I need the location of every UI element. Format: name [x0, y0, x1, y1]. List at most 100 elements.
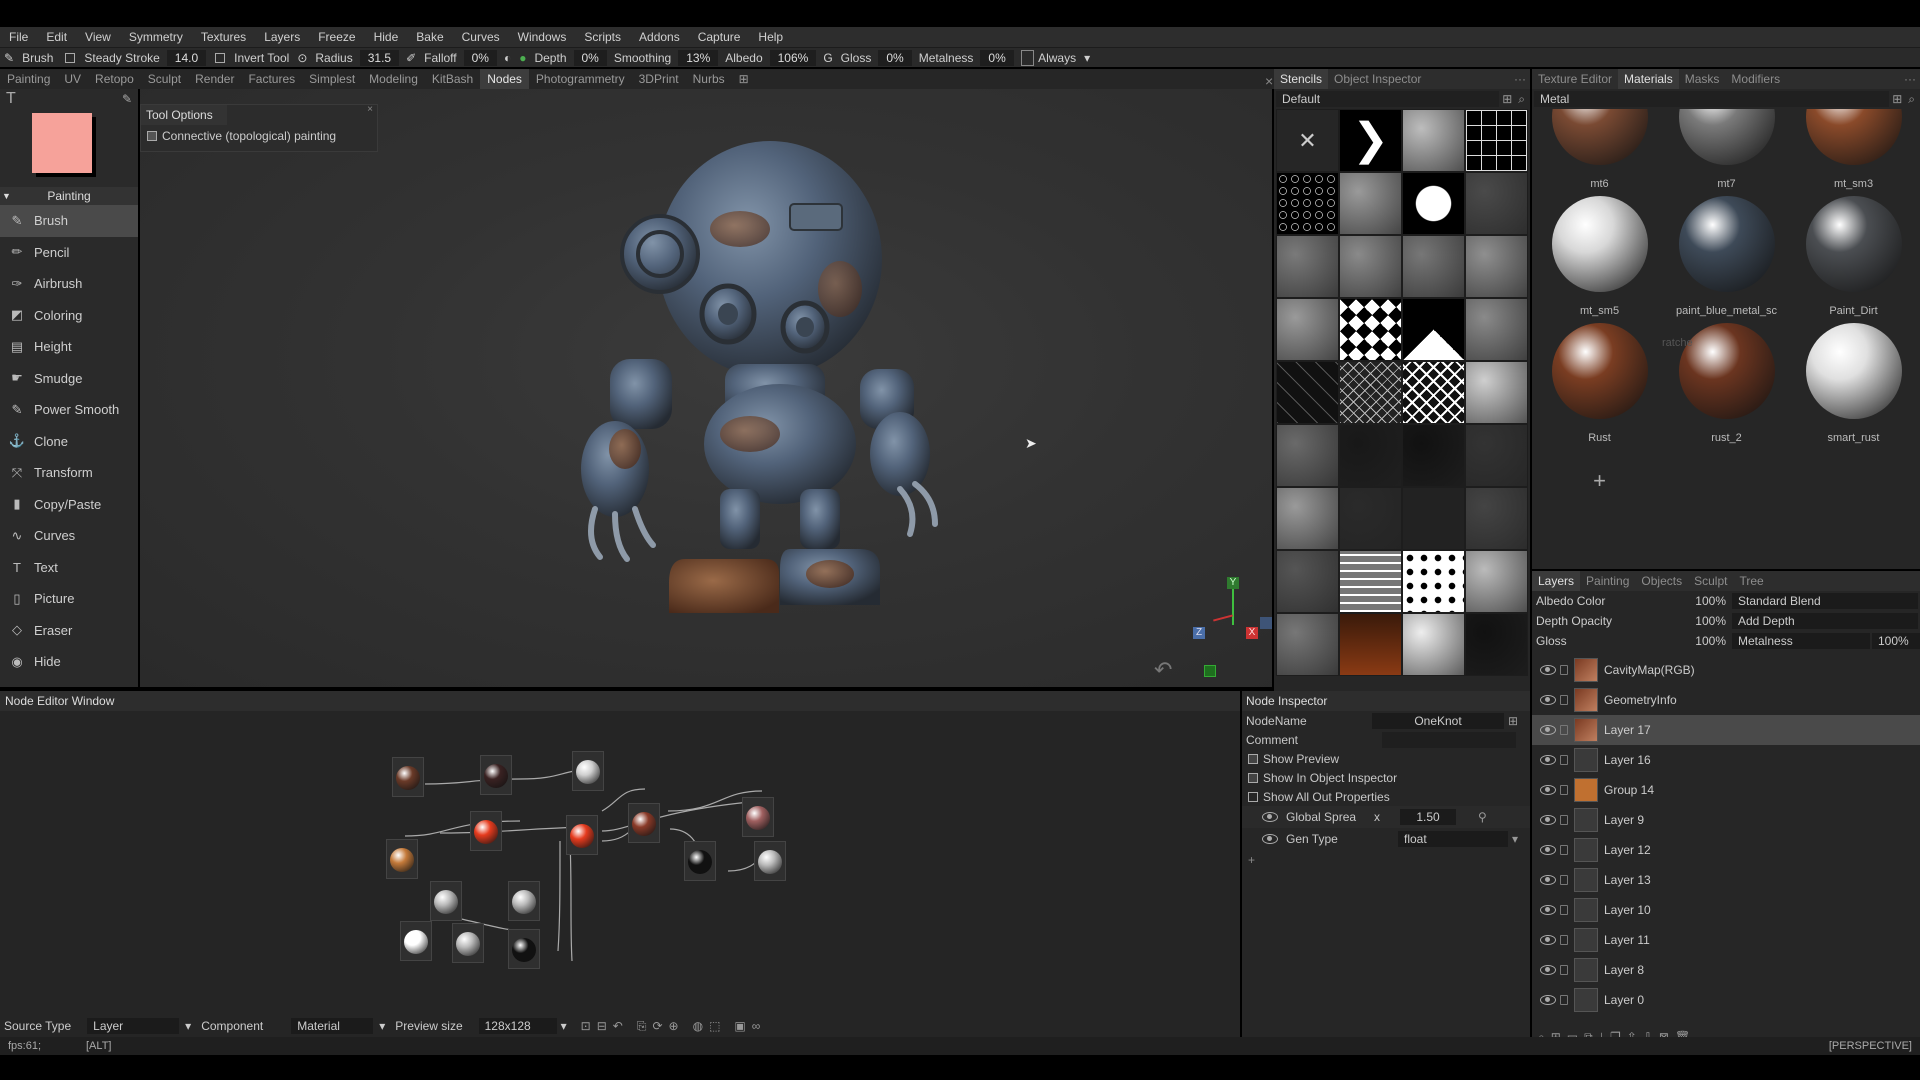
stencil-thumb[interactable] — [1465, 361, 1528, 424]
eye-icon[interactable] — [1540, 905, 1556, 915]
lock-icon[interactable] — [1560, 815, 1568, 825]
search-icon[interactable]: ⌕ — [1905, 92, 1918, 107]
3d-viewport[interactable]: Y Z X ↶ × ➤ — [140, 73, 1273, 687]
lock-icon[interactable] — [1560, 785, 1568, 795]
graph-node[interactable] — [400, 921, 432, 961]
tool-airbrush[interactable]: ✑ Airbrush — [0, 268, 138, 300]
stencil-thumb[interactable] — [1402, 613, 1465, 676]
graph-node[interactable] — [508, 929, 540, 969]
tool-pencil[interactable]: ✏ Pencil — [0, 237, 138, 269]
stencil-thumb[interactable] — [1276, 361, 1339, 424]
tab-modeling[interactable]: Modeling — [362, 69, 425, 89]
steady-stroke-value[interactable]: 14.0 — [166, 49, 207, 66]
stencil-thumb[interactable] — [1339, 424, 1402, 487]
menu-textures[interactable]: Textures — [192, 27, 255, 47]
stencil-thumb[interactable] — [1276, 550, 1339, 613]
search-icon[interactable]: ⌕ — [1515, 92, 1528, 107]
eye-icon[interactable] — [1540, 665, 1556, 675]
menu-capture[interactable]: Capture — [689, 27, 750, 47]
tab-texture-editor[interactable]: Texture Editor — [1532, 69, 1618, 89]
stencil-thumb[interactable] — [1276, 235, 1339, 298]
show-preview-checkbox[interactable] — [1248, 753, 1258, 764]
fit-icon[interactable]: ⊕ — [669, 1019, 679, 1033]
eye-icon[interactable] — [1540, 755, 1556, 765]
lock-icon[interactable] — [1560, 725, 1568, 735]
layer-row[interactable]: GeometryInfo — [1532, 685, 1920, 715]
tab-masks[interactable]: Masks — [1679, 69, 1726, 89]
chevron-down-icon[interactable]: ▾ — [379, 1019, 385, 1033]
material-item[interactable]: paint_blue_metal_sc — [1663, 190, 1790, 317]
chevron-down-icon[interactable]: ▾ — [185, 1019, 191, 1033]
tab-tree[interactable]: Tree — [1733, 571, 1769, 591]
layer-blend-value[interactable]: 100% — [1872, 633, 1920, 649]
always-checkbox[interactable] — [1020, 49, 1035, 66]
close-icon[interactable]: × — [367, 104, 373, 115]
graph-node[interactable] — [684, 841, 716, 881]
tab-objects[interactable]: Objects — [1635, 571, 1688, 591]
albedo-value[interactable]: 106% — [769, 49, 817, 66]
stencil-thumb[interactable] — [1465, 235, 1528, 298]
tab-layers[interactable]: Layers — [1532, 571, 1581, 591]
eye-icon[interactable] — [1540, 935, 1556, 945]
globe-icon[interactable]: ◍ — [693, 1019, 703, 1033]
radius-value[interactable]: 31.5 — [359, 49, 400, 66]
material-item[interactable]: mt6 — [1536, 109, 1663, 190]
save-icon[interactable]: ⊟ — [597, 1019, 607, 1033]
menu-windows[interactable]: Windows — [509, 27, 576, 47]
stencil-thumb[interactable] — [1465, 424, 1528, 487]
steady-stroke-label[interactable]: Steady Stroke — [80, 48, 163, 68]
eye-icon[interactable] — [1540, 815, 1556, 825]
glasses-icon[interactable]: ∞ — [752, 1019, 761, 1033]
material-item[interactable]: mt_sm5 — [1536, 190, 1663, 317]
stencil-thumb[interactable] — [1465, 298, 1528, 361]
node-editor[interactable]: Node Editor Window Source Type Layer ▾ C… — [0, 691, 1240, 1037]
metalness-value[interactable]: 0% — [980, 49, 1014, 66]
layer-row[interactable]: CavityMap(RGB) — [1532, 655, 1920, 685]
menu-edit[interactable]: Edit — [37, 27, 76, 47]
material-filter-dropdown[interactable]: Metal — [1534, 91, 1890, 107]
layer-row[interactable]: Layer 16 — [1532, 745, 1920, 775]
connective-painting-row[interactable]: Connective (topological) painting — [141, 125, 377, 147]
connective-painting-checkbox[interactable] — [147, 131, 157, 141]
layer-row[interactable]: Layer 11 — [1532, 925, 1920, 955]
tab-render[interactable]: Render — [188, 69, 241, 89]
chevron-down-icon[interactable]: ▾ — [561, 1019, 567, 1033]
layer-prop-label[interactable]: Albedo Color — [1532, 594, 1672, 608]
stencil-thumb[interactable] — [1465, 613, 1528, 676]
graph-node[interactable] — [742, 797, 774, 837]
lock-icon[interactable] — [1560, 665, 1568, 675]
undo-icon[interactable]: ↶ — [1154, 657, 1172, 683]
tab-3dprint[interactable]: 3DPrint — [632, 69, 686, 89]
depth-label[interactable]: Depth — [530, 48, 570, 68]
stencil-thumb[interactable] — [1339, 361, 1402, 424]
always-dropdown[interactable]: Always — [1034, 48, 1080, 68]
lock-icon[interactable]: ⊙ — [293, 48, 311, 68]
invert-tool-checkbox[interactable] — [215, 52, 226, 63]
component-dropdown[interactable]: Material — [291, 1018, 374, 1034]
falloff-label[interactable]: Falloff — [420, 48, 460, 68]
link-icon[interactable]: ⚲ — [1478, 810, 1487, 824]
smoothing-label[interactable]: Smoothing — [610, 48, 675, 68]
gen-type-dropdown[interactable]: float — [1398, 831, 1508, 847]
stencil-thumb[interactable] — [1402, 298, 1465, 361]
preview-icon[interactable]: ▣ — [734, 1019, 745, 1033]
stencil-thumb[interactable] — [1276, 613, 1339, 676]
frame-icon[interactable]: ⊡ — [581, 1019, 591, 1033]
tab-nurbs[interactable]: Nurbs — [686, 69, 732, 89]
graph-node[interactable] — [566, 815, 598, 855]
stencil-thumb[interactable] — [1339, 613, 1402, 676]
tab-simplest[interactable]: Simplest — [302, 69, 362, 89]
edit-icon[interactable]: ⊞ — [1508, 714, 1518, 728]
menu-freeze[interactable]: Freeze — [309, 27, 364, 47]
depth-value[interactable]: 0% — [573, 49, 607, 66]
add-material-button[interactable]: + — [1536, 468, 1663, 494]
layer-prop-value[interactable]: 100% — [1672, 594, 1732, 608]
graph-node[interactable] — [470, 811, 502, 851]
add-icon[interactable]: ⊞ — [1499, 92, 1515, 106]
smoothing-value[interactable]: 13% — [678, 49, 719, 66]
layer-blend-dropdown[interactable]: Metalness — [1732, 633, 1870, 649]
layer-row[interactable]: Layer 10 — [1532, 895, 1920, 925]
export-icon[interactable]: ⎘ — [637, 1019, 647, 1034]
tool-transform[interactable]: ⤧ Transform — [0, 457, 138, 489]
graph-node[interactable] — [572, 751, 604, 791]
